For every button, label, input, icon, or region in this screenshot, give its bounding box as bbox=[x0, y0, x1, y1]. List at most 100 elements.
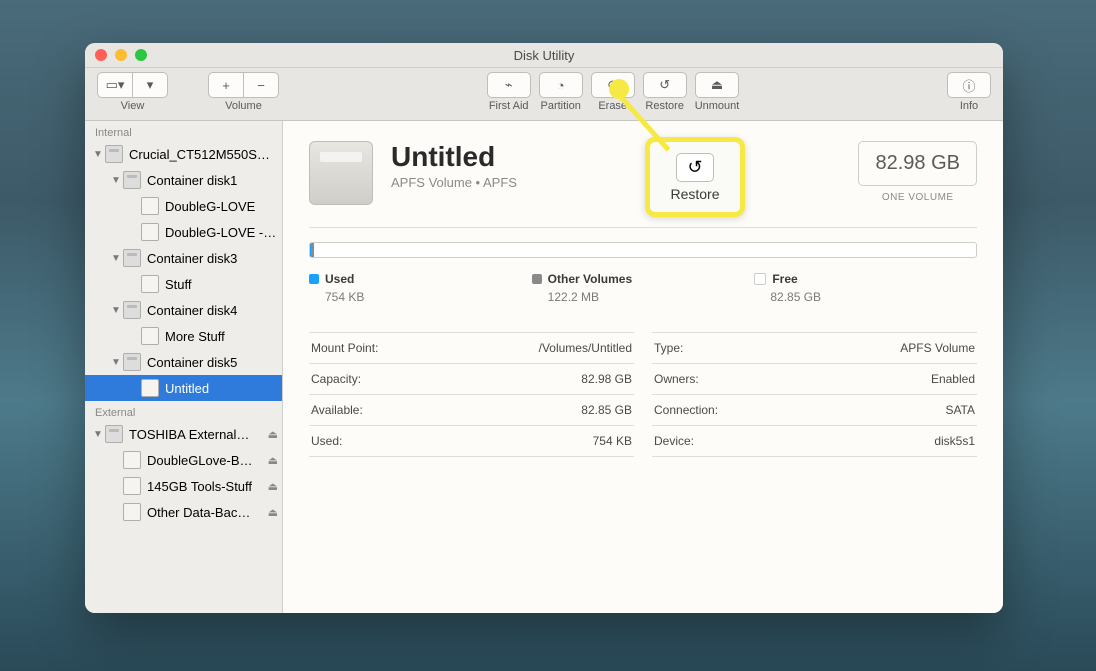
info-label: Info bbox=[960, 100, 978, 112]
sidebar-item[interactable]: ▼ TOSHIBA External… ⏏ bbox=[85, 421, 282, 447]
sidebar-item[interactable]: Untitled bbox=[85, 375, 282, 401]
capacity-sub: ONE VOLUME bbox=[858, 192, 977, 203]
connection-label: Connection: bbox=[654, 403, 718, 417]
restore-callout: ↺ Restore bbox=[645, 137, 745, 217]
minimize-icon[interactable] bbox=[115, 49, 127, 61]
eject-icon[interactable]: ⏏ bbox=[268, 480, 278, 493]
sidebar-item-label: DoubleG-LOVE -… bbox=[165, 225, 276, 240]
volume-icon bbox=[309, 141, 373, 205]
mount-point-label: Mount Point: bbox=[311, 341, 378, 355]
capacity-badge: 82.98 GB bbox=[858, 141, 977, 186]
available-label: Available: bbox=[311, 403, 363, 417]
disk-icon bbox=[123, 301, 141, 319]
disclosure-icon[interactable]: ▼ bbox=[93, 429, 103, 440]
volume-icon bbox=[141, 223, 159, 241]
view-label: View bbox=[121, 100, 145, 112]
sidebar-item[interactable]: Stuff bbox=[85, 271, 282, 297]
volume-icon bbox=[123, 503, 141, 521]
sidebar-item-label: Other Data-Bac… bbox=[147, 505, 250, 520]
sidebar-item[interactable]: ▼ Container disk3 bbox=[85, 245, 282, 271]
view-mode-button[interactable]: ▭▾ bbox=[97, 72, 132, 98]
volume-remove-button[interactable]: − bbox=[243, 72, 279, 98]
disk-icon bbox=[105, 425, 123, 443]
sidebar-item-label: Stuff bbox=[165, 277, 192, 292]
unmount-label: Unmount bbox=[695, 100, 740, 112]
divider bbox=[309, 227, 977, 228]
disclosure-icon[interactable]: ▼ bbox=[111, 175, 121, 186]
device-value: disk5s1 bbox=[934, 434, 975, 448]
sidebar-item-label: Container disk3 bbox=[147, 251, 237, 266]
sidebar-item-label: Container disk1 bbox=[147, 173, 237, 188]
close-icon[interactable] bbox=[95, 49, 107, 61]
disclosure-icon[interactable]: ▼ bbox=[111, 253, 121, 264]
sidebar-item-label: Container disk4 bbox=[147, 303, 237, 318]
unmount-button[interactable]: ⏏ bbox=[695, 72, 739, 98]
disclosure-icon[interactable]: ▼ bbox=[93, 149, 103, 160]
eject-icon[interactable]: ⏏ bbox=[268, 454, 278, 467]
usage-bar bbox=[309, 242, 977, 258]
disk-icon bbox=[123, 249, 141, 267]
window-title: Disk Utility bbox=[85, 48, 1003, 63]
owners-label: Owners: bbox=[654, 372, 699, 386]
volume-label: Volume bbox=[225, 100, 262, 112]
sidebar-item-label: DoubleG-LOVE bbox=[165, 199, 255, 214]
titlebar: Disk Utility bbox=[85, 43, 1003, 68]
restore-button[interactable]: ↺ bbox=[643, 72, 687, 98]
sidebar-item-label: Crucial_CT512M550S… bbox=[129, 147, 270, 162]
volume-icon bbox=[141, 275, 159, 293]
free-value: 82.85 GB bbox=[770, 290, 977, 304]
sidebar-item[interactable]: Other Data-Bac… ⏏ bbox=[85, 499, 282, 525]
volume-subtitle: APFS Volume • APFS bbox=[391, 175, 517, 190]
volume-icon bbox=[123, 477, 141, 495]
partition-button[interactable]: ◔ bbox=[539, 72, 583, 98]
sidebar-item[interactable]: DoubleGLove-B…⏏ bbox=[85, 447, 282, 473]
first-aid-label: First Aid bbox=[489, 100, 529, 112]
restore-callout-icon: ↺ bbox=[676, 153, 713, 182]
sidebar-section-internal: Internal bbox=[85, 121, 282, 141]
device-label: Device: bbox=[654, 434, 694, 448]
disk-icon bbox=[123, 353, 141, 371]
other-label: Other Volumes bbox=[548, 272, 632, 286]
used-detail-value: 754 KB bbox=[593, 434, 632, 448]
sidebar-item[interactable]: DoubleG-LOVE -… bbox=[85, 219, 282, 245]
sidebar-item[interactable]: ▼ Container disk4 bbox=[85, 297, 282, 323]
volume-add-button[interactable]: + bbox=[208, 72, 243, 98]
available-value: 82.85 GB bbox=[581, 403, 632, 417]
sidebar: Internal ▼ Crucial_CT512M550S… ▼ Container … bbox=[85, 121, 283, 613]
used-label: Used bbox=[325, 272, 354, 286]
type-value: APFS Volume bbox=[900, 341, 975, 355]
volume-icon bbox=[141, 327, 159, 345]
zoom-icon[interactable] bbox=[135, 49, 147, 61]
disk-utility-window: Disk Utility ▭▾ ▾ View + − Volume ⌁ Firs… bbox=[85, 43, 1003, 613]
eject-icon[interactable]: ⏏ bbox=[268, 428, 278, 441]
sidebar-item[interactable]: More Stuff bbox=[85, 323, 282, 349]
type-label: Type: bbox=[654, 341, 683, 355]
sidebar-item-label: TOSHIBA External… bbox=[129, 427, 249, 442]
eject-icon[interactable]: ⏏ bbox=[268, 506, 278, 519]
volume-icon bbox=[123, 451, 141, 469]
sidebar-item[interactable]: ▼ Container disk1 bbox=[85, 167, 282, 193]
view-dropdown-button[interactable]: ▾ bbox=[132, 72, 168, 98]
sidebar-item-label: Container disk5 bbox=[147, 355, 237, 370]
used-detail-label: Used: bbox=[311, 434, 342, 448]
disclosure-icon[interactable]: ▼ bbox=[111, 305, 121, 316]
mount-point-value: /Volumes/Untitled bbox=[539, 341, 632, 355]
first-aid-button[interactable]: ⌁ bbox=[487, 72, 531, 98]
sidebar-item[interactable]: 145GB Tools-Stuff⏏ bbox=[85, 473, 282, 499]
sidebar-section-external: External bbox=[85, 401, 282, 421]
info-button[interactable]: ⓘ bbox=[947, 72, 991, 98]
sidebar-item[interactable]: ▼ Container disk5 bbox=[85, 349, 282, 375]
used-value: 754 KB bbox=[325, 290, 532, 304]
window-controls bbox=[95, 49, 147, 61]
sidebar-item[interactable]: ▼ Crucial_CT512M550S… bbox=[85, 141, 282, 167]
partition-label: Partition bbox=[541, 100, 581, 112]
toolbar: ▭▾ ▾ View + − Volume ⌁ First Aid ◔ Parti… bbox=[85, 68, 1003, 121]
sidebar-item-label: Untitled bbox=[165, 381, 209, 396]
disk-icon bbox=[105, 145, 123, 163]
free-swatch-icon bbox=[754, 273, 766, 285]
restore-callout-label: Restore bbox=[670, 186, 719, 202]
usage-legend: Used 754 KB Other Volumes 122.2 MB Free … bbox=[309, 272, 977, 304]
disclosure-icon[interactable]: ▼ bbox=[111, 357, 121, 368]
volume-name: Untitled bbox=[391, 141, 517, 173]
sidebar-item[interactable]: DoubleG-LOVE bbox=[85, 193, 282, 219]
